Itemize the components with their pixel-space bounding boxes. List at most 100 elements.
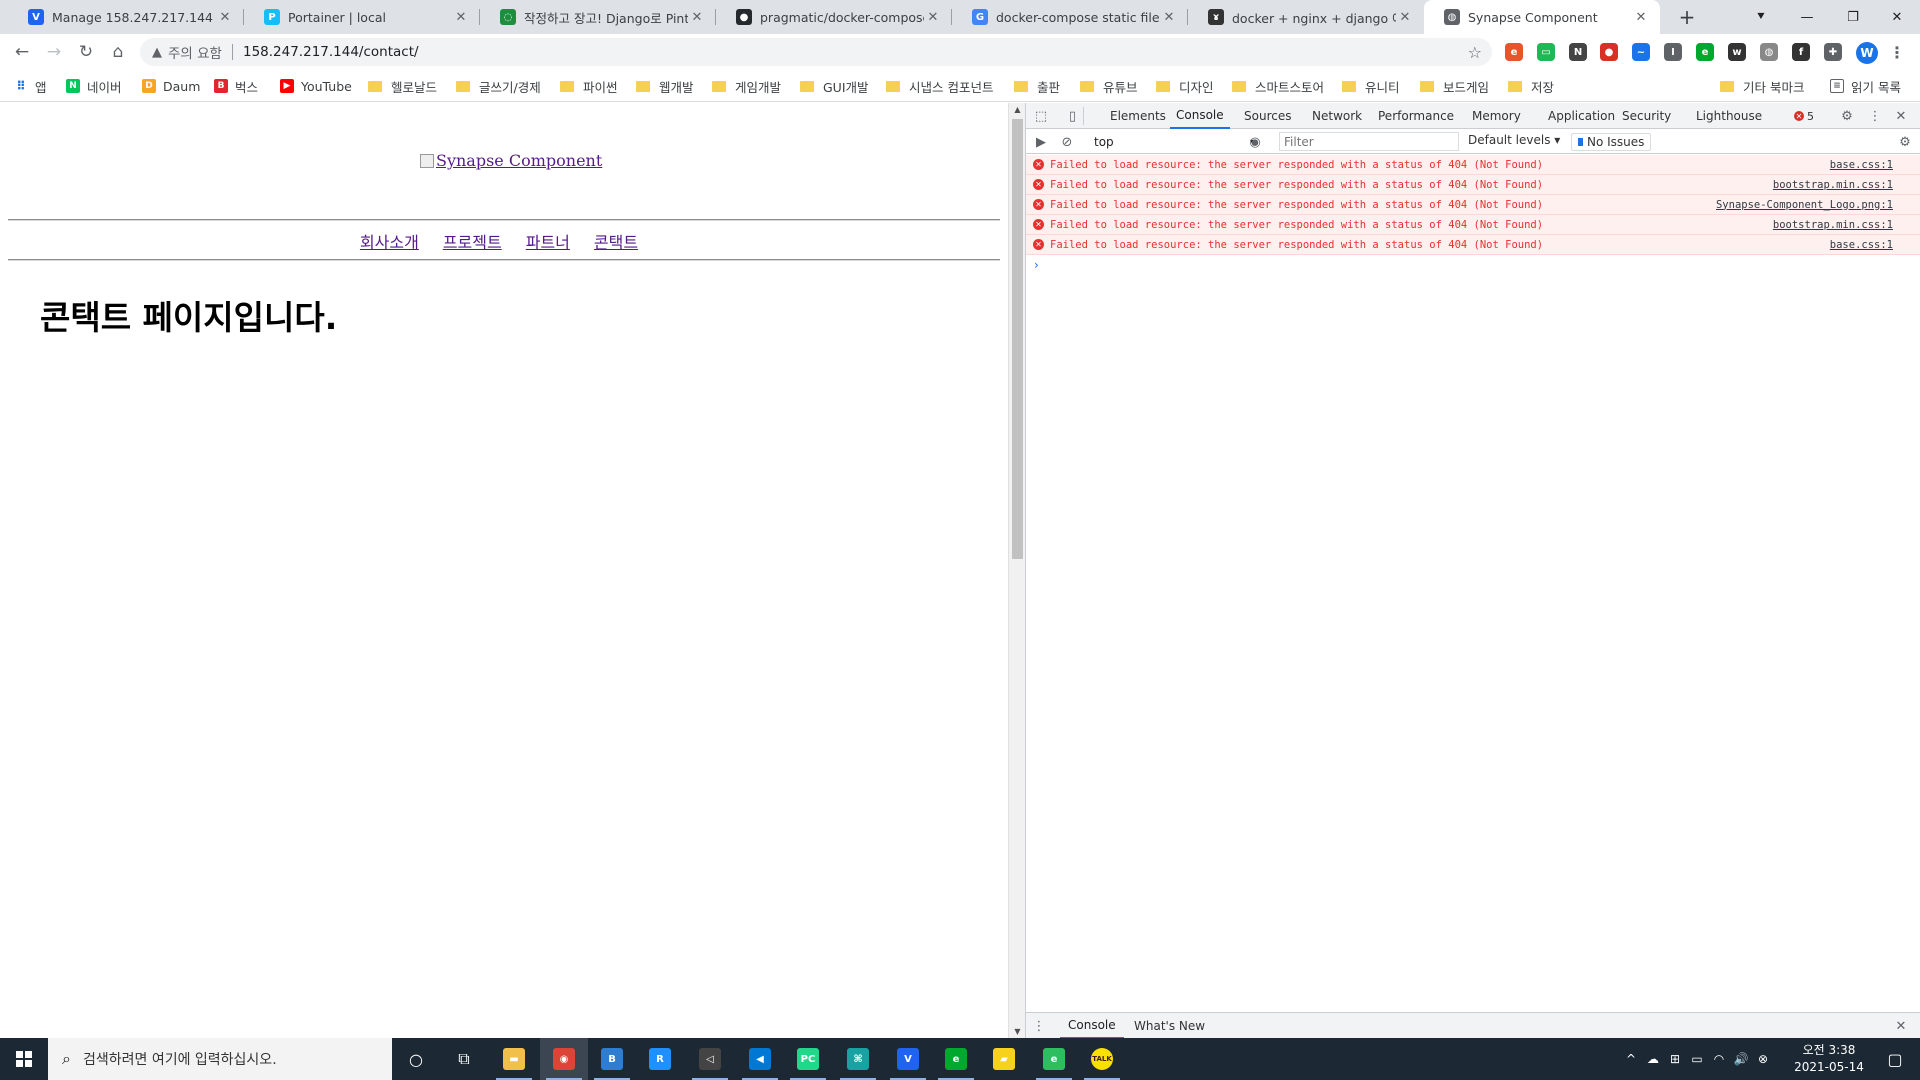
nav-link-about[interactable]: 회사소개 bbox=[360, 229, 421, 253]
tab-1[interactable]: V Manage 158.247.217.144 - Vultr✕ bbox=[8, 0, 244, 34]
close-tab-icon[interactable]: ✕ bbox=[1396, 10, 1414, 25]
bookmark-item[interactable]: 저장 bbox=[1508, 70, 1554, 102]
bookmark-item[interactable]: 글쓰기/경제 bbox=[456, 70, 541, 102]
volume-icon[interactable]: 🔊 bbox=[1730, 1052, 1752, 1066]
url-text[interactable]: 158.247.217.144/contact/ bbox=[243, 44, 419, 60]
bookmark-item[interactable]: 유니티 bbox=[1342, 70, 1400, 102]
puzzle-icon[interactable]: ✚ bbox=[1824, 43, 1842, 61]
reload-button[interactable]: ↻ bbox=[72, 38, 100, 66]
devtools-menu-icon[interactable]: ⋮ bbox=[1866, 107, 1884, 125]
bookmark-item[interactable]: 헬로날드 bbox=[368, 70, 437, 102]
bookmark-item[interactable]: ⠿ 앱 bbox=[14, 70, 46, 102]
inspect-element-icon[interactable]: ⬚ bbox=[1032, 107, 1050, 125]
bookmark-item[interactable]: B 벅스 bbox=[214, 70, 258, 102]
task-view-taskbar-button[interactable]: ⧉ bbox=[440, 1038, 488, 1080]
evernote-app-taskbar-button[interactable]: e bbox=[932, 1038, 980, 1080]
devtools-tab-security[interactable]: Security bbox=[1616, 103, 1677, 129]
tab-6[interactable]: ɤ docker + nginx + django 에서✕ bbox=[1188, 0, 1424, 34]
home-button[interactable]: ⌂ bbox=[104, 38, 132, 66]
cortana-taskbar-button[interactable]: ○ bbox=[392, 1038, 440, 1080]
scrollbar-thumb[interactable] bbox=[1012, 119, 1023, 559]
battery-icon[interactable]: ▭ bbox=[1686, 1052, 1708, 1066]
close-tab-icon[interactable]: ✕ bbox=[1632, 10, 1650, 25]
file-explorer-taskbar-button[interactable]: ▬ bbox=[490, 1038, 538, 1080]
bookmark-item[interactable]: 시냅스 컴포넌트 bbox=[886, 70, 993, 102]
bookmark-item[interactable]: 디자인 bbox=[1156, 70, 1214, 102]
drawer-menu-icon[interactable]: ⋮ bbox=[1030, 1017, 1048, 1035]
bookmark-item[interactable]: 유튜브 bbox=[1080, 70, 1138, 102]
evernote-icon[interactable]: e bbox=[1696, 43, 1714, 61]
bookmark-other[interactable]: 기타 북마크 bbox=[1720, 70, 1804, 102]
vultr-app-taskbar-button[interactable]: V bbox=[884, 1038, 932, 1080]
show-hidden-icons-icon[interactable]: ^ bbox=[1620, 1052, 1642, 1066]
drawer-tab-console[interactable]: Console bbox=[1060, 1013, 1124, 1039]
profile-dropdown-icon[interactable]: ⯆ bbox=[1738, 0, 1784, 34]
pycharm-taskbar-button[interactable]: PC bbox=[784, 1038, 832, 1080]
bookmark-item[interactable]: 보드게임 bbox=[1420, 70, 1489, 102]
devtools-tab-performance[interactable]: Performance bbox=[1372, 103, 1460, 129]
language-icon[interactable]: ⊗ bbox=[1752, 1052, 1774, 1066]
scroll-up-icon[interactable]: ▲ bbox=[1009, 105, 1026, 114]
ext-globe-icon[interactable]: ◍ bbox=[1760, 43, 1778, 61]
sticky-notes-taskbar-button[interactable]: ▰ bbox=[980, 1038, 1028, 1080]
ext-red-icon[interactable]: e bbox=[1505, 43, 1523, 61]
close-devtools-icon[interactable]: ✕ bbox=[1892, 107, 1910, 125]
tab-3[interactable]: ◌ 작정하고 장고! Django로 Pinterest✕ bbox=[480, 0, 716, 34]
restore-button[interactable]: ❐ bbox=[1830, 0, 1876, 34]
devtools-tab-console[interactable]: Console bbox=[1170, 103, 1230, 129]
tab-4[interactable]: ● pragmatic/docker-compose.yml✕ bbox=[716, 0, 952, 34]
nav-link-projects[interactable]: 프로젝트 bbox=[443, 229, 504, 253]
console-filter-input[interactable]: Filter bbox=[1279, 132, 1459, 151]
close-window-button[interactable]: ✕ bbox=[1874, 0, 1920, 34]
taskbar-search[interactable]: ⌕ 검색하려면 여기에 입력하십시오. bbox=[48, 1038, 392, 1080]
bookmark-item[interactable]: ▶ YouTube bbox=[280, 70, 352, 102]
bookmark-star-icon[interactable]: ☆ bbox=[1468, 43, 1482, 62]
dropbox-icon[interactable]: ⊞ bbox=[1664, 1052, 1686, 1066]
scroll-down-icon[interactable]: ▼ bbox=[1009, 1027, 1026, 1036]
log-levels-dropdown[interactable]: Default levels ▾ bbox=[1468, 133, 1560, 147]
console-settings-gear-icon[interactable]: ⚙ bbox=[1896, 133, 1914, 151]
taskbar-clock[interactable]: 오전 3:38 2021-05-14 bbox=[1784, 1042, 1874, 1076]
app-blue-taskbar-button[interactable]: B bbox=[588, 1038, 636, 1080]
start-button[interactable] bbox=[0, 1038, 48, 1080]
close-tab-icon[interactable]: ✕ bbox=[1160, 10, 1178, 25]
ext-green-icon[interactable]: ▭ bbox=[1537, 43, 1555, 61]
devtools-tab-memory[interactable]: Memory bbox=[1466, 103, 1527, 129]
page-scrollbar[interactable]: ▲ ▼ bbox=[1008, 103, 1025, 1038]
bookmark-item[interactable]: D Daum bbox=[142, 70, 200, 102]
forward-button[interactable]: → bbox=[40, 38, 68, 66]
error-count-badge[interactable]: ✕ 5 bbox=[1794, 108, 1814, 124]
source-link[interactable]: base.css:1 bbox=[1830, 159, 1893, 171]
source-link[interactable]: base.css:1 bbox=[1830, 239, 1893, 251]
source-link[interactable]: bootstrap.min.css:1 bbox=[1773, 219, 1893, 231]
live-expression-eye-icon[interactable]: ◉ bbox=[1246, 133, 1264, 151]
bookmark-item[interactable]: 파이썬 bbox=[560, 70, 618, 102]
ext-rec-icon[interactable]: ● bbox=[1600, 43, 1618, 61]
kakaotalk-taskbar-button[interactable]: TALK bbox=[1078, 1038, 1126, 1080]
sidebar-toggle-icon[interactable]: ▶ bbox=[1032, 133, 1050, 151]
bookmark-item[interactable]: 게임개발 bbox=[712, 70, 781, 102]
bookmark-item[interactable]: N 네이버 bbox=[66, 70, 122, 102]
ext-nn-icon[interactable]: N bbox=[1569, 43, 1587, 61]
devtools-tab-elements[interactable]: Elements bbox=[1104, 103, 1172, 129]
close-tab-icon[interactable]: ✕ bbox=[688, 10, 706, 25]
app-teal-taskbar-button[interactable]: ⌘ bbox=[834, 1038, 882, 1080]
new-tab-button[interactable]: + bbox=[1672, 0, 1702, 34]
ext-wave-icon[interactable]: ~ bbox=[1632, 43, 1650, 61]
chrome-taskbar-button[interactable]: ◉ bbox=[540, 1038, 588, 1080]
issues-button[interactable]: No Issues bbox=[1571, 133, 1652, 151]
ridi-taskbar-button[interactable]: R bbox=[636, 1038, 684, 1080]
nav-link-partners[interactable]: 파트너 bbox=[526, 229, 572, 253]
profile-avatar[interactable]: W bbox=[1856, 42, 1878, 64]
logo-link[interactable]: Synapse Component bbox=[420, 151, 602, 170]
close-drawer-icon[interactable]: ✕ bbox=[1892, 1017, 1910, 1035]
vscode-taskbar-button[interactable]: ◀ bbox=[736, 1038, 784, 1080]
devtools-tab-lighthouse[interactable]: Lighthouse bbox=[1690, 103, 1768, 129]
browser-menu-icon[interactable]: ⋮ bbox=[1888, 43, 1906, 62]
bookmark-item[interactable]: 출판 bbox=[1014, 70, 1060, 102]
notification-center-icon[interactable]: ▢ bbox=[1880, 1038, 1910, 1080]
device-toolbar-icon[interactable]: ▯ bbox=[1062, 107, 1084, 125]
devtools-tab-network[interactable]: Network bbox=[1306, 103, 1368, 129]
devtools-tab-application[interactable]: Application bbox=[1542, 103, 1621, 129]
tab-2[interactable]: P Portainer | local ✕ bbox=[244, 0, 480, 34]
